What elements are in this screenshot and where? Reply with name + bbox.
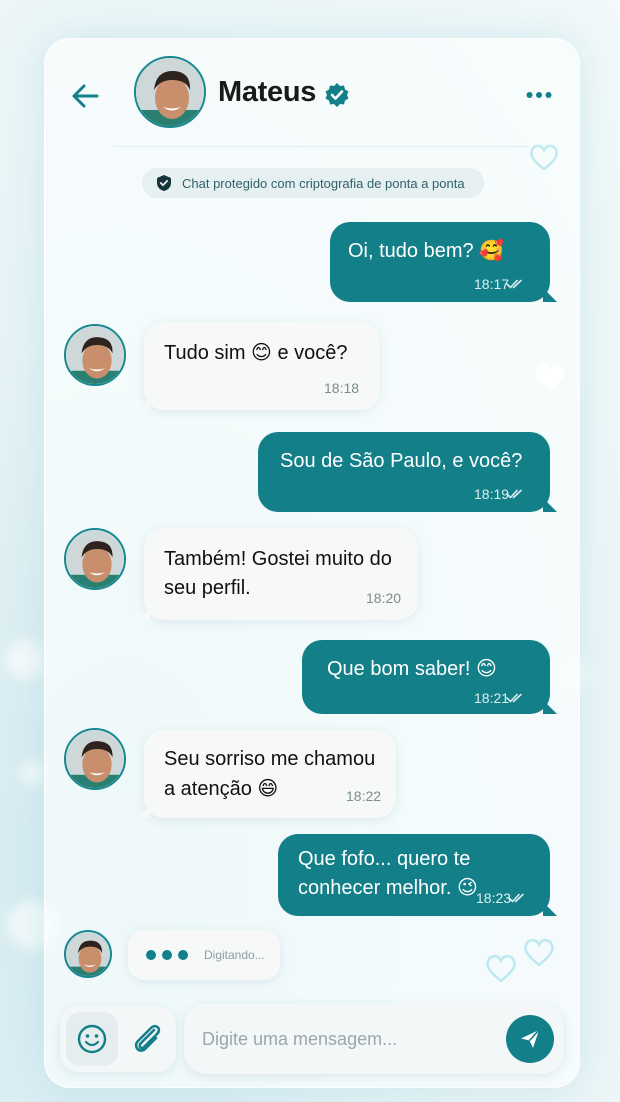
- message-time: 18:19: [474, 486, 510, 502]
- sender-avatar: [64, 528, 126, 590]
- message-text: Sou de São Paulo, e você?: [280, 450, 523, 472]
- heart-icon: [530, 144, 558, 171]
- arrow-left-icon: [72, 84, 99, 108]
- message-bubble-incoming[interactable]: Também! Gostei muito do seu perfil. 18:2…: [138, 528, 418, 620]
- double-check-icon: [506, 693, 522, 703]
- message-time: 18:20: [366, 590, 402, 606]
- contact-name[interactable]: Mateus: [218, 76, 316, 109]
- message-text-line-2: seu perfil.: [164, 577, 251, 599]
- message-text-line-1: Seu sorriso me chamou: [164, 748, 376, 770]
- send-button[interactable]: [506, 1015, 554, 1063]
- bokeh-light: [6, 640, 46, 680]
- bokeh-light: [20, 760, 46, 786]
- message-bubble-outgoing[interactable]: Que bom saber! 😊 18:21: [302, 640, 557, 714]
- message-text-line-1: Também! Gostei muito do: [164, 548, 392, 570]
- header-divider: [114, 146, 530, 147]
- send-icon: [521, 1029, 540, 1048]
- typing-label: Digitando...: [204, 948, 265, 962]
- typing-indicator: Digitando...: [128, 930, 280, 980]
- message-bubble-incoming[interactable]: Seu sorriso me chamou a atenção 😄 18:22: [138, 730, 396, 818]
- message-bubble-outgoing[interactable]: Oi, tudo bem? 🥰 18:17: [330, 222, 557, 302]
- heart-icon: [486, 954, 516, 983]
- message-time: 18:21: [474, 690, 510, 706]
- double-check-icon: [508, 893, 524, 903]
- composer-tools: [60, 1006, 176, 1072]
- emoji-button[interactable]: [66, 1012, 118, 1066]
- message-time: 18:17: [474, 276, 510, 292]
- avatar-photo: [136, 58, 204, 126]
- message-text: Tudo sim 😊 e você?: [164, 342, 348, 364]
- verified-badge-icon: [324, 82, 350, 108]
- typing-dot: [178, 950, 188, 960]
- back-button[interactable]: [70, 82, 100, 110]
- message-text-line-2: a atenção 😄: [164, 778, 279, 800]
- message-bubble-outgoing[interactable]: Que fofo... quero te conhecer melhor. 😉 …: [278, 834, 557, 916]
- message-text: Que bom saber! 😊: [327, 658, 497, 680]
- more-options-button[interactable]: [526, 85, 552, 105]
- message-text-line-2: conhecer melhor. 😉: [298, 877, 478, 899]
- paperclip-icon: [134, 1024, 161, 1052]
- smiley-icon: [77, 1024, 107, 1054]
- chat-header: Mateus: [44, 38, 580, 148]
- attach-button[interactable]: [126, 1016, 166, 1062]
- message-time: 18:22: [346, 788, 382, 804]
- encryption-notice-text: Chat protegido com criptografia de ponta…: [182, 175, 465, 191]
- message-bubble-outgoing[interactable]: Sou de São Paulo, e você? 18:19: [258, 432, 557, 512]
- message-text-line-1: Que fofo... quero te: [298, 848, 471, 870]
- sender-avatar: [64, 324, 126, 386]
- contact-avatar[interactable]: [134, 56, 206, 128]
- message-bubble-incoming[interactable]: Tudo sim 😊 e você? 18:18: [138, 322, 380, 410]
- double-check-icon: [506, 279, 522, 289]
- sender-avatar: [64, 930, 112, 978]
- message-composer: [184, 1004, 564, 1074]
- heart-icon: [524, 938, 554, 967]
- double-check-icon: [506, 489, 522, 499]
- encryption-notice: Chat protegido com criptografia de ponta…: [142, 168, 484, 198]
- sender-avatar: [64, 728, 126, 790]
- message-input[interactable]: [202, 1022, 492, 1056]
- message-time: 18:18: [324, 380, 360, 396]
- shield-icon: [157, 175, 171, 191]
- more-dots-icon: [526, 92, 552, 98]
- message-text: Oi, tudo bem? 🥰: [348, 240, 505, 262]
- typing-dot: [162, 950, 172, 960]
- heart-icon: [535, 364, 565, 391]
- typing-dot: [146, 950, 156, 960]
- chat-window: Mateus Chat protegido com criptografia d…: [44, 38, 580, 1088]
- message-time: 18:23: [476, 890, 512, 906]
